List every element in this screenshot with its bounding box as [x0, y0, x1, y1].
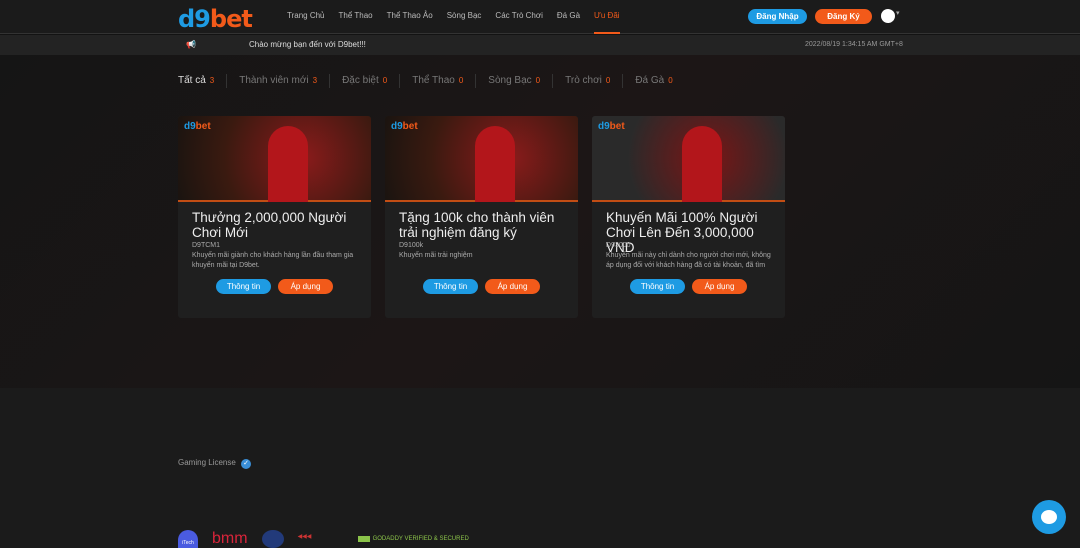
tab-games[interactable]: Trò chơi 0	[553, 74, 624, 88]
info-button[interactable]: Thông tin	[630, 279, 685, 294]
promo-code: D93000	[606, 242, 631, 249]
apply-button[interactable]: Áp dụng	[278, 279, 333, 294]
announcement-text: Chào mừng bạn đến với D9bet!!!	[249, 40, 366, 49]
promo-description: Khuyến mãi giành cho khách hàng lần đầu …	[192, 252, 354, 269]
register-button[interactable]: Đăng Ký	[815, 9, 872, 24]
partner-logos: iTech bmm ◀◀◀ GODADDY VERIFIED & SECURED	[178, 530, 469, 548]
promo-title: Khuyến Mãi 100% Người Chơi Lên Đến 3,000…	[606, 210, 758, 255]
nav-cockfight[interactable]: Đá Gà	[557, 0, 580, 34]
main-nav: Trang Chủ Thể Thao Thể Thao Ảo Sòng Bạc …	[287, 0, 620, 34]
promo-category-tabs: Tất cả 3 Thành viên mới 3 Đặc biệt 0 Thể Th…	[178, 74, 685, 88]
promo-title: Tặng 100k cho thành viên trải nghiệm đăn…	[399, 210, 555, 240]
nav-promotions[interactable]: Ưu Đãi	[594, 0, 620, 34]
chevron-down-icon[interactable]: ▾	[896, 9, 900, 17]
header: d9bet Trang Chủ Thể Thao Thể Thao Ảo Sòn…	[0, 0, 1080, 34]
bmm-logo: bmm	[212, 530, 248, 547]
login-button[interactable]: Đăng Nhập	[748, 9, 807, 24]
gaming-license[interactable]: Gaming License ✓	[178, 458, 252, 469]
megaphone-icon: 📢	[186, 40, 196, 49]
tab-sports[interactable]: Thể Thao 0	[400, 74, 477, 88]
promo-description: Khuyến mãi này chỉ dành cho người chơi m…	[606, 252, 771, 269]
promo-banner-image[interactable]: d9bet	[592, 116, 785, 202]
footer: Gaming License ✓	[0, 388, 1080, 548]
promo-banner-image[interactable]: d9bet	[385, 116, 578, 202]
promo-title: Thưởng 2,000,000 Người Chơi Mới	[192, 210, 347, 240]
chat-button[interactable]	[1032, 500, 1066, 534]
promo-code: D9100k	[399, 242, 424, 249]
nav-home[interactable]: Trang Chủ	[287, 0, 325, 34]
chat-bubble-icon	[1041, 510, 1057, 524]
logo[interactable]: d9bet	[178, 5, 253, 33]
nav-sports[interactable]: Thể Thao	[339, 0, 373, 34]
globe-seal-icon	[261, 530, 284, 548]
godaddy-seal: GODADDY VERIFIED & SECURED	[357, 536, 469, 542]
nav-virtual-sports[interactable]: Thể Thao Ảo	[387, 0, 433, 34]
info-button[interactable]: Thông tin	[216, 279, 271, 294]
tab-special[interactable]: Đặc biệt 0	[330, 74, 401, 88]
tab-all[interactable]: Tất cả 3	[178, 74, 228, 88]
nav-games[interactable]: Các Trò Chơi	[495, 0, 542, 34]
promo-banner-image[interactable]: d9bet	[178, 116, 371, 202]
itech-logo: iTech	[178, 530, 198, 548]
tab-cockfight[interactable]: Đá Gà 0	[623, 74, 684, 88]
apply-button[interactable]: Áp dụng	[485, 279, 540, 294]
promo-card: d9bet Thưởng 2,000,000 Người Chơi Mới D9…	[178, 116, 371, 318]
review-logo-icon: ◀◀◀	[297, 534, 312, 540]
tab-casino[interactable]: Sòng Bạc 0	[476, 74, 554, 88]
info-button[interactable]: Thông tin	[423, 279, 478, 294]
verified-check-icon: ✓	[241, 459, 252, 469]
nav-casino[interactable]: Sòng Bạc	[447, 0, 482, 34]
promo-card: d9bet Tặng 100k cho thành viên trải nghi…	[385, 116, 578, 318]
promo-description: Khuyến mãi trải nghiệm	[399, 252, 473, 259]
datetime: 2022/08/19 1:34:15 AM GMT+8	[805, 41, 903, 48]
tab-new-members[interactable]: Thành viên mới 3	[227, 74, 331, 88]
language-flag-icon[interactable]	[881, 9, 895, 23]
announcement-bar: 📢 Chào mừng bạn đến với D9bet!!! 2022/08…	[0, 35, 1080, 55]
apply-button[interactable]: Áp dụng	[692, 279, 747, 294]
promo-card: d9bet Khuyến Mãi 100% Người Chơi Lên Đến…	[592, 116, 785, 318]
promo-code: D9TCM1	[192, 242, 221, 249]
